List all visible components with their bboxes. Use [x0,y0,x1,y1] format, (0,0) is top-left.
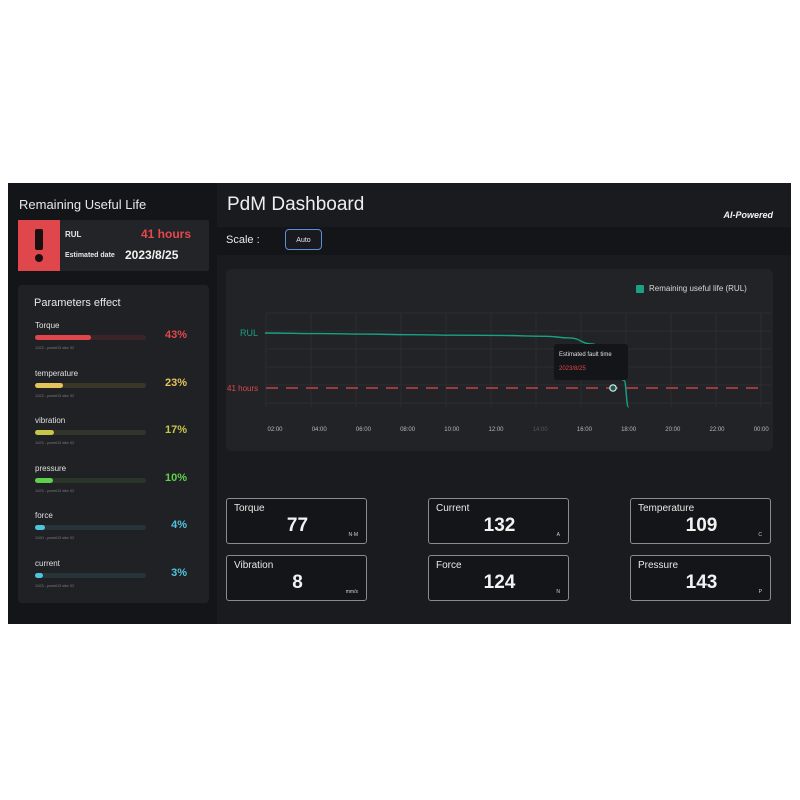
parameter-bar-fill [35,430,54,435]
x-tick-label: 02:00 [267,427,283,433]
parameter-bar-track [35,335,146,340]
rul-chart-panel: Remaining useful life (RUL) RUL 41 hours 0… [226,269,773,451]
threshold-label: 41 hours [227,384,258,393]
parameter-bar-track [35,572,146,578]
x-tick-label: 14:00 [533,427,549,433]
metric-unit: N·M [348,532,358,538]
parameter-name: vibration [35,416,66,425]
fault-point-marker [609,384,617,392]
metric-unit: P [758,589,762,595]
parameter-source: 1103 - panel13 site 02 [35,440,75,445]
parameter-percent: 10% [164,471,187,484]
metric-unit: mm/s [345,589,358,595]
main-panel: PdM Dashboard AI-Powered Scale : Auto Re… [217,183,791,624]
metric-label: Pressure [638,560,679,571]
parameter-row: vibration 1103 - panel13 site 02 17% [18,416,209,456]
parameter-name: temperature [35,368,79,378]
scale-auto-button[interactable]: Auto [285,229,322,250]
x-tick-label: 22:00 [709,427,725,433]
parameter-row: Torque 1103 - panel13 site 02 43% [18,321,209,361]
metric-card-torque: Torque 77 N·M [226,498,367,544]
scale-label: Scale : [226,234,260,246]
metric-value: 109 [685,515,718,536]
parameter-percent: 17% [164,424,187,436]
parameter-percent: 23% [164,376,187,389]
metric-unit: N [556,589,560,595]
parameter-bar-track [35,430,146,435]
metric-card-vibration: Vibration 8 mm/s [226,555,367,601]
parameter-row: temperature 1103 - panel13 site 02 23% [18,369,209,409]
parameter-source: 1103 - panel13 site 02 [35,392,75,398]
x-tick-label: 16:00 [577,427,593,433]
parameters-effect-panel: Parameters effect Torque 1103 - panel13 s… [18,285,209,603]
metric-label: Current [436,503,470,514]
parameter-bar-fill [35,477,53,483]
parameter-name: current [35,558,60,568]
exclamation-bar [35,229,43,250]
x-tick-label: 18:00 [621,427,637,433]
x-tick-label: 06:00 [356,427,372,433]
x-tick-label: 12:00 [488,427,504,433]
sidebar: Remaining Useful Life RUL 41 hours Estim… [8,183,218,624]
metric-card-current: Current 132 A [428,498,569,544]
x-tick-label: 10:00 [444,427,460,433]
parameter-source: 1100 - panel13 site 02 [35,535,75,540]
metric-card-temperature: Temperature 109 C [630,498,771,544]
metric-label: Torque [234,503,265,514]
page-title: PdM Dashboard [227,194,365,215]
parameter-bar-fill [35,572,43,578]
parameters-effect-title: Parameters effect [34,297,121,309]
parameter-row: current 1103 - panel13 site 02 3% [18,559,209,599]
parameter-bar-fill [35,382,63,388]
parameter-percent: 4% [171,519,187,531]
estimated-date-value: 2023/8/25 [125,248,179,262]
parameter-name: force [35,511,53,520]
metric-unit: C [758,532,762,538]
metric-value: 77 [286,515,309,536]
parameter-bar-fill [35,335,91,340]
parameter-bar-track [35,477,146,483]
exclamation-dot [35,254,43,262]
parameter-percent: 43% [164,329,187,341]
parameter-percent: 3% [171,566,187,579]
series-axis-label: RUL [240,328,258,338]
parameter-row: pressure 1103 - panel13 site 02 10% [18,464,209,504]
estimated-date-label: Estimated date [65,252,115,259]
x-tick-label: 00:00 [754,427,770,433]
x-tick-label: 04:00 [312,427,328,433]
warning-icon [18,220,60,271]
parameter-bar-fill [35,525,45,530]
tooltip-box [554,344,628,380]
x-tick-label: 08:00 [400,427,416,433]
metric-card-pressure: Pressure 143 P [630,555,771,601]
parameter-bar-track [35,382,146,388]
parameter-source: 1103 - panel13 site 02 [35,582,75,588]
metric-label: Force [436,560,462,571]
metric-card-force: Force 124 N [428,555,569,601]
parameter-name: pressure [35,463,67,473]
metric-label: Vibration [234,560,274,571]
metric-value: 143 [685,572,718,593]
parameter-source: 1103 - panel13 site 02 [35,487,75,493]
rul-card: RUL 41 hours Estimated date 2023/8/25 [18,220,209,271]
metric-value: 124 [483,572,516,593]
parameter-bar-track [35,525,146,530]
parameter-name: Torque [35,321,60,330]
dashboard: Remaining Useful Life RUL 41 hours Estim… [8,183,791,624]
x-tick-label: 20:00 [665,427,681,433]
parameter-source: 1103 - panel13 site 02 [35,345,75,350]
tooltip-title: Estimated fault time [559,352,612,358]
metric-label: Temperature [638,503,695,514]
metric-value: 132 [483,515,516,536]
parameter-row: force 1100 - panel13 site 02 4% [18,511,209,551]
rul-chart[interactable]: RUL 41 hours 02:00 04:00 06:00 08:00 10:00 12:0… [226,269,773,451]
tooltip-value: 2023/8/25 [559,366,586,372]
ai-powered-badge: AI-Powered [723,210,773,220]
rul-title: Remaining Useful Life [19,197,147,212]
rul-label: RUL [65,230,82,239]
metric-unit: A [556,532,560,538]
rul-value: 41 hours [141,227,192,241]
